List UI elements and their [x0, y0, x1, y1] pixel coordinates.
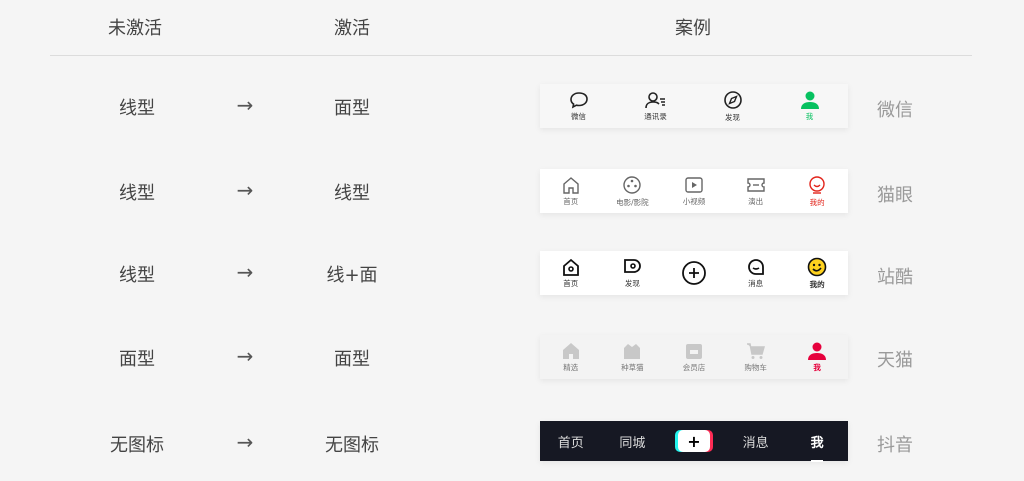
- film-reel-icon: [623, 175, 642, 194]
- maoyan-tab-home[interactable]: 首页: [541, 176, 601, 207]
- maoyan-tab-bar: 首页 电影/影院 小视频 演出 我的: [540, 169, 848, 213]
- douyin-tab-bar: 首页 同城 + 消息 我: [540, 421, 848, 461]
- row5-inactive-style: 无图标: [110, 435, 164, 456]
- face-icon: [809, 175, 825, 194]
- douyin-tab-home-label: 首页: [557, 435, 584, 451]
- wechat-tab-chats[interactable]: 微信: [549, 91, 609, 122]
- tmall-tab-me-label: 我: [813, 362, 821, 372]
- header-active: 激活: [334, 18, 370, 39]
- wechat-tab-chats-label: 微信: [571, 111, 586, 121]
- wechat-tab-me[interactable]: 我: [780, 91, 840, 122]
- home-icon: [563, 176, 579, 194]
- person-icon: [808, 342, 827, 360]
- row3-active-style: 线+面: [326, 265, 378, 286]
- contacts-icon: [644, 91, 665, 108]
- tmall-tab-seed-label: 种草猫: [621, 362, 644, 372]
- douyin-tab-messages[interactable]: 消息: [726, 432, 786, 451]
- tmall-tab-cart-label: 购物车: [744, 362, 767, 372]
- row2-arrow: →: [236, 178, 254, 202]
- zcool-tab-mine[interactable]: 我的: [787, 257, 847, 290]
- header-inactive: 未激活: [108, 18, 162, 39]
- header-example: 案例: [675, 18, 711, 39]
- maoyan-tab-home-label: 首页: [563, 196, 579, 206]
- store-icon: [685, 343, 702, 359]
- douyin-tab-messages-label: 消息: [742, 435, 769, 451]
- wechat-tab-contacts[interactable]: 通讯录: [626, 91, 686, 122]
- message-icon: [747, 258, 764, 275]
- row2-active-style: 线型: [334, 183, 370, 204]
- home-icon: [562, 258, 579, 276]
- maoyan-tab-movies-label: 电影/影院: [616, 197, 649, 207]
- row5-arrow: →: [236, 430, 254, 454]
- douyin-plus-glyph: +: [687, 431, 701, 451]
- play-icon: [685, 176, 703, 193]
- zcool-tab-messages[interactable]: 消息: [726, 258, 786, 289]
- maoyan-tab-mine-label: 我的: [809, 197, 825, 207]
- tmall-tab-featured-label: 精选: [563, 362, 579, 372]
- cart-icon: [746, 342, 765, 359]
- row4-arrow: →: [236, 344, 254, 368]
- plus-circle-icon: [682, 261, 706, 285]
- app-name-douyin: 抖音: [877, 435, 913, 456]
- ticket-icon: [746, 177, 765, 192]
- person-icon: [800, 91, 819, 109]
- chat-bubble-icon: [569, 91, 588, 109]
- tmall-tab-member-store[interactable]: 会员店: [664, 342, 724, 373]
- compass-icon: [723, 90, 742, 109]
- douyin-tab-nearby[interactable]: 同城: [602, 432, 662, 451]
- zcool-tab-mine-label: 我的: [809, 279, 825, 289]
- wechat-tab-contacts-label: 通讯录: [644, 111, 667, 121]
- app-name-maoyan: 猫眼: [877, 185, 913, 206]
- douyin-tab-home[interactable]: 首页: [541, 432, 601, 451]
- row4-inactive-style: 面型: [119, 349, 155, 370]
- maoyan-tab-shorts[interactable]: 小视频: [664, 176, 724, 207]
- row1-inactive-style: 线型: [119, 98, 155, 119]
- tmall-tab-me[interactable]: 我: [787, 342, 847, 373]
- maoyan-tab-shorts-label: 小视频: [682, 196, 706, 206]
- zcool-tab-discover-label: 发现: [624, 278, 640, 288]
- douyin-tab-create[interactable]: +: [664, 430, 724, 452]
- app-name-wechat: 微信: [877, 100, 913, 121]
- tmall-tab-featured[interactable]: 精选: [541, 342, 601, 373]
- wechat-tab-me-label: 我: [805, 111, 814, 121]
- app-name-zcool: 站酷: [877, 267, 913, 288]
- tmall-tab-seed[interactable]: 种草猫: [602, 342, 662, 373]
- maoyan-tab-movies[interactable]: 电影/影院: [602, 175, 662, 208]
- row3-arrow: →: [236, 260, 254, 284]
- plus-button-icon: +: [677, 430, 710, 452]
- zcool-tab-bar: 首页 发现 消息 我的: [540, 251, 848, 295]
- cat-box-icon: [624, 343, 641, 359]
- maoyan-tab-shows-label: 演出: [748, 196, 764, 206]
- row1-arrow: →: [236, 93, 254, 117]
- row2-inactive-style: 线型: [119, 183, 155, 204]
- wechat-tab-discover[interactable]: 发现: [703, 90, 763, 123]
- row1-active-style: 面型: [334, 98, 370, 119]
- zcool-tab-create[interactable]: [664, 260, 724, 286]
- row5-active-style: 无图标: [325, 435, 379, 456]
- douyin-tab-me-label: 我: [810, 435, 824, 451]
- smiley-face-icon: [807, 257, 827, 276]
- wechat-tab-discover-label: 发现: [725, 112, 740, 122]
- maoyan-tab-shows[interactable]: 演出: [726, 176, 786, 207]
- header-divider: [50, 55, 972, 56]
- zcool-tab-home-label: 首页: [563, 278, 579, 288]
- row4-active-style: 面型: [334, 349, 370, 370]
- tmall-tab-member-store-label: 会员店: [682, 362, 706, 372]
- home-icon: [562, 342, 579, 359]
- app-name-tmall: 天猫: [877, 350, 913, 371]
- douyin-tab-nearby-label: 同城: [619, 435, 646, 451]
- maoyan-tab-mine[interactable]: 我的: [787, 175, 847, 208]
- zcool-tab-messages-label: 消息: [748, 278, 764, 288]
- zcool-tab-home[interactable]: 首页: [541, 258, 601, 289]
- douyin-tab-me[interactable]: 我: [787, 432, 847, 451]
- wechat-tab-bar: 微信 通讯录 发现 我: [540, 84, 848, 128]
- discover-icon: [624, 258, 642, 273]
- tmall-tab-bar: 精选 种草猫 会员店 购物车 我: [540, 335, 848, 379]
- tmall-tab-cart[interactable]: 购物车: [726, 342, 786, 373]
- row3-inactive-style: 线型: [119, 265, 155, 286]
- zcool-tab-discover[interactable]: 发现: [602, 258, 662, 289]
